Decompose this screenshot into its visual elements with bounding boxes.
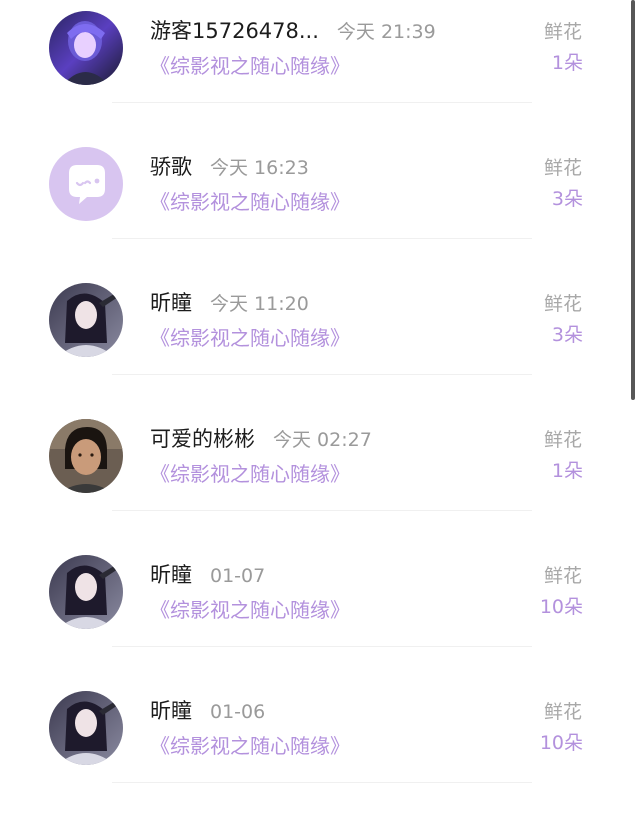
gift-count: 3朵 xyxy=(551,188,583,210)
username[interactable]: 昕瞳 xyxy=(150,291,192,315)
list-item[interactable]: 骄歌 今天 16:23 《综影视之随心随缘》 鲜花 3朵 xyxy=(0,136,640,272)
row-divider xyxy=(112,102,532,103)
gift-count: 3朵 xyxy=(551,324,583,346)
timestamp: 今天 16:23 xyxy=(210,157,309,179)
gift-type-label: 鲜花 xyxy=(543,701,582,723)
default-avatar-icon xyxy=(49,147,123,221)
avatar-image xyxy=(49,11,123,85)
timestamp: 01-06 xyxy=(210,701,266,723)
book-title-link[interactable]: 《综影视之随心随缘》 xyxy=(150,731,350,761)
avatar[interactable] xyxy=(49,147,123,221)
book-title-link[interactable]: 《综影视之随心随缘》 xyxy=(150,323,350,353)
avatar-image xyxy=(49,555,123,629)
list-item[interactable]: 可爱的彬彬 今天 02:27 《综影视之随心随缘》 鲜花 1朵 xyxy=(0,408,640,544)
timestamp: 01-07 xyxy=(210,565,266,587)
list-item[interactable]: 游客15726478... 今天 21:39 《综影视之随心随缘》 鲜花 1朵 xyxy=(0,0,640,136)
name-line: 昕瞳 01-07 xyxy=(150,560,265,590)
row-divider xyxy=(112,238,532,239)
row-divider xyxy=(112,782,532,783)
name-line: 昕瞳 今天 11:20 xyxy=(150,288,309,318)
gift-record-list: 游客15726478... 今天 21:39 《综影视之随心随缘》 鲜花 1朵 骄… xyxy=(0,0,640,816)
gift-type-label: 鲜花 xyxy=(543,429,582,451)
avatar[interactable] xyxy=(49,283,123,357)
avatar[interactable] xyxy=(49,419,123,493)
name-line: 骄歌 今天 16:23 xyxy=(150,152,309,182)
name-line: 可爱的彬彬 今天 02:27 xyxy=(150,424,372,454)
avatar-image xyxy=(49,419,123,493)
gift-count: 1朵 xyxy=(551,52,583,74)
scrollbar[interactable] xyxy=(631,0,635,400)
name-line: 昕瞳 01-06 xyxy=(150,696,265,726)
gift-count: 10朵 xyxy=(539,596,583,618)
list-item[interactable]: 昕瞳 01-07 《综影视之随心随缘》 鲜花 10朵 xyxy=(0,544,640,680)
book-title-link[interactable]: 《综影视之随心随缘》 xyxy=(150,595,350,625)
list-item[interactable]: 昕瞳 今天 11:20 《综影视之随心随缘》 鲜花 3朵 xyxy=(0,272,640,408)
list-item[interactable]: 昕瞳 01-06 《综影视之随心随缘》 鲜花 10朵 xyxy=(0,680,640,816)
gift-type-label: 鲜花 xyxy=(543,293,582,315)
book-title-link[interactable]: 《综影视之随心随缘》 xyxy=(150,459,350,489)
username[interactable]: 游客15726478... xyxy=(150,19,319,43)
name-line: 游客15726478... 今天 21:39 xyxy=(150,16,436,46)
gift-type-label: 鲜花 xyxy=(543,157,582,179)
row-divider xyxy=(112,510,532,511)
username[interactable]: 昕瞳 xyxy=(150,699,192,723)
timestamp: 今天 21:39 xyxy=(336,21,436,43)
avatar[interactable] xyxy=(49,555,123,629)
username[interactable]: 骄歌 xyxy=(150,155,192,179)
avatar[interactable] xyxy=(49,11,123,85)
username[interactable]: 可爱的彬彬 xyxy=(150,427,255,451)
avatar-image xyxy=(49,283,123,357)
username[interactable]: 昕瞳 xyxy=(150,563,192,587)
avatar[interactable] xyxy=(49,691,123,765)
row-divider xyxy=(112,374,532,375)
avatar-image xyxy=(49,691,123,765)
book-title-link[interactable]: 《综影视之随心随缘》 xyxy=(150,51,350,81)
book-title-link[interactable]: 《综影视之随心随缘》 xyxy=(150,187,350,217)
gift-count: 1朵 xyxy=(551,460,583,482)
timestamp: 今天 11:20 xyxy=(210,293,309,315)
gift-type-label: 鲜花 xyxy=(543,21,582,43)
gift-type-label: 鲜花 xyxy=(543,565,582,587)
timestamp: 今天 02:27 xyxy=(273,429,372,451)
row-divider xyxy=(112,646,532,647)
gift-count: 10朵 xyxy=(539,732,583,754)
